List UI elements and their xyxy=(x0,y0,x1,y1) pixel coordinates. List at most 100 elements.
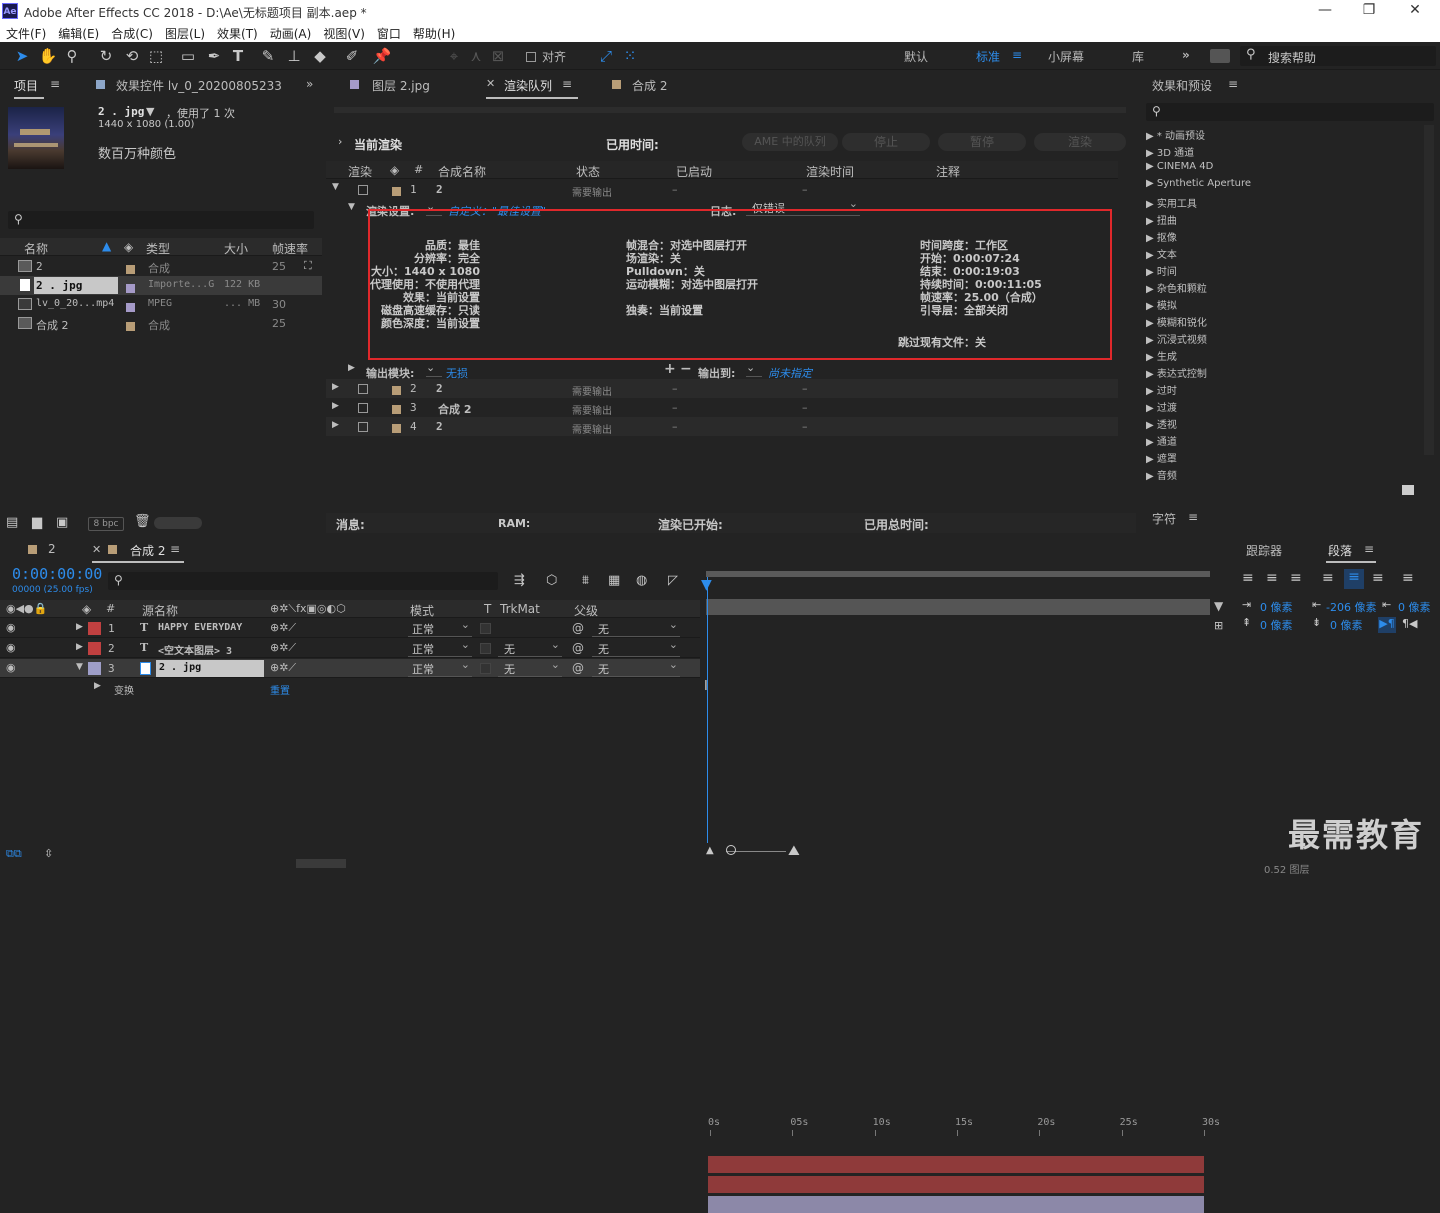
rotate-tool-icon[interactable]: ↻ xyxy=(96,46,116,66)
mode-dropdown[interactable]: 正常 xyxy=(408,618,472,637)
render-checkbox[interactable] xyxy=(358,183,368,196)
layer-duration-bar[interactable] xyxy=(708,1156,1204,1173)
expand-icon[interactable]: ▶ xyxy=(1146,199,1157,210)
menu-view[interactable]: 视图(V) xyxy=(317,22,371,42)
col-name[interactable]: 名称 xyxy=(24,240,48,257)
effect-category[interactable]: ▶ 杂色和颗粒 xyxy=(1146,280,1207,295)
layer-name[interactable]: <空文本图层> 3 xyxy=(158,642,232,657)
col-started[interactable]: 已启动 xyxy=(676,163,712,180)
new-composition-icon[interactable]: ▣ xyxy=(56,515,68,530)
expand-icon[interactable]: ▶ xyxy=(1146,233,1157,244)
parent-pickwhip-icon[interactable]: @ xyxy=(572,621,584,635)
indent-first-value[interactable]: -206 像素 xyxy=(1326,599,1376,615)
menu-edit[interactable]: 编辑(E) xyxy=(52,22,105,42)
reset-link[interactable]: 重置 xyxy=(270,682,290,697)
label-col-icon[interactable]: ◈ xyxy=(390,163,399,177)
graph-editor-icon[interactable]: ◸ xyxy=(668,573,678,588)
pan-behind-tool-icon[interactable]: ⬚ xyxy=(146,46,166,66)
justify-all-icon[interactable]: ≡ xyxy=(1402,570,1414,586)
tab-layer[interactable]: 图层 2.jpg xyxy=(372,77,430,94)
comp-marker-icon[interactable]: ▼ xyxy=(1214,599,1223,613)
render-checkbox[interactable] xyxy=(358,420,368,433)
world-axis-icon[interactable]: ⋏ xyxy=(466,46,486,66)
render-item[interactable]: ▶ 3 合成 2 需要输出 – – xyxy=(326,398,1118,417)
project-item[interactable]: 2 合成 25 ⛶ xyxy=(0,257,322,276)
render-item[interactable]: ▼ 1 2 需要输出 – – xyxy=(326,180,1118,199)
layer-row[interactable]: ◉▼32 . jpg⊕✲⟋正常无@无 xyxy=(0,658,700,678)
project-menu-icon[interactable]: ≡ xyxy=(50,77,60,91)
expand-icon[interactable]: ▶ xyxy=(76,642,83,652)
justify-left-icon[interactable]: ≡ xyxy=(1322,570,1334,586)
snap-icon[interactable]: ⤢ xyxy=(596,46,616,66)
mode-dropdown[interactable]: 正常 xyxy=(408,638,472,657)
zoom-out-icon[interactable]: ▲ xyxy=(706,845,714,856)
effects-search-input[interactable]: ⚲ xyxy=(1146,103,1434,121)
parent-dropdown[interactable]: 无 xyxy=(592,638,680,657)
roto-brush-tool-icon[interactable]: ✐ xyxy=(342,46,362,66)
indent-left-value[interactable]: 0 像素 xyxy=(1260,599,1293,615)
effect-category[interactable]: ▶ 时间 xyxy=(1146,263,1177,278)
workspace-small-screen[interactable]: 小屏幕 xyxy=(1048,48,1084,65)
layer-switches-icon[interactable]: ⊕✲⟋ xyxy=(270,621,296,635)
expand-icon[interactable]: ▶ xyxy=(1146,420,1157,431)
col-parent[interactable]: 父级 xyxy=(574,602,598,619)
expand-icon[interactable]: ▶ xyxy=(94,681,101,691)
delete-icon[interactable]: 🗑 xyxy=(134,514,151,529)
snap-grid-icon[interactable]: ⁙ xyxy=(620,46,640,66)
effects-menu-icon[interactable]: ≡ xyxy=(1228,77,1238,91)
switches-icons[interactable]: ⊕✲⟍fx▣◎◐⬡ xyxy=(270,602,346,616)
expand-icon[interactable]: ▶ xyxy=(1146,284,1157,295)
ltr-direction-icon[interactable]: ▶¶ xyxy=(1378,617,1396,633)
preserve-transparency-toggle[interactable] xyxy=(480,663,491,674)
layer-name[interactable]: 2 . jpg xyxy=(156,660,264,677)
expand-icon[interactable]: ▼ xyxy=(76,662,83,672)
effect-category[interactable]: ▶ 模糊和锐化 xyxy=(1146,314,1207,329)
zoom-slider-handle[interactable] xyxy=(726,845,736,855)
character-menu-icon[interactable]: ≡ xyxy=(1188,510,1198,524)
bpc-button[interactable]: 8 bpc xyxy=(88,517,124,531)
effect-category[interactable]: ▶ CINEMA 4D xyxy=(1146,161,1213,172)
effect-category[interactable]: ▶ 通道 xyxy=(1146,433,1177,448)
menu-layer[interactable]: 图层(L) xyxy=(159,22,211,42)
workspace-standard[interactable]: 标准 xyxy=(976,48,1000,65)
align-checkbox[interactable] xyxy=(526,50,536,63)
expand-icon[interactable]: ▶ xyxy=(1146,148,1157,159)
justify-center-icon[interactable]: ≡ xyxy=(1344,569,1364,589)
expand-icon[interactable]: ▶ xyxy=(332,382,339,392)
render-button[interactable]: 渲染 xyxy=(1034,133,1126,151)
new-folder-icon[interactable]: ▆ xyxy=(32,515,42,530)
expand-icon[interactable]: ▼ xyxy=(332,182,339,192)
current-render-toggle-icon[interactable]: › xyxy=(338,135,342,148)
av-features-icon[interactable]: ◉◀●🔒 xyxy=(6,602,47,615)
view-axis-icon[interactable]: ⊠ xyxy=(488,46,508,66)
visibility-icon[interactable]: ◉ xyxy=(6,661,16,674)
timeline-search-input[interactable]: ⚲ xyxy=(108,572,498,590)
help-search-input[interactable]: ⚲ 搜索帮助 xyxy=(1240,46,1436,66)
col-type[interactable]: 类型 xyxy=(146,240,170,257)
col-comment[interactable]: 注释 xyxy=(936,163,960,180)
tab-close-icon[interactable]: ✕ xyxy=(92,543,101,556)
expand-icon[interactable]: ▶ xyxy=(1146,131,1157,142)
render-checkbox[interactable] xyxy=(358,401,368,414)
current-timecode[interactable]: 0:00:00:00 xyxy=(12,565,102,583)
layer-label-swatch[interactable] xyxy=(88,622,101,635)
layer-label-swatch[interactable] xyxy=(88,662,101,675)
flowchart-icon[interactable]: ⛶ xyxy=(304,259,312,273)
asset-dropdown-icon[interactable]: ▼ xyxy=(146,105,154,118)
col-t[interactable]: T xyxy=(484,602,491,616)
menu-effect[interactable]: 效果(T) xyxy=(211,22,264,42)
layer-duration-bar[interactable] xyxy=(708,1196,1204,1213)
layer-switches-icon[interactable]: ⊕✲⟋ xyxy=(270,661,296,675)
expand-icon[interactable]: ▶ xyxy=(332,420,339,430)
effects-scrollbar[interactable] xyxy=(1424,125,1434,455)
zoom-in-icon[interactable]: ⛰ xyxy=(788,843,800,859)
effect-category[interactable]: ▶ Synthetic Aperture xyxy=(1146,178,1251,189)
space-after-value[interactable]: 0 像素 xyxy=(1330,617,1363,633)
col-status[interactable]: 状态 xyxy=(576,163,600,180)
effect-category[interactable]: ▶ 生成 xyxy=(1146,348,1177,363)
expand-icon[interactable]: ▶ xyxy=(1146,318,1157,329)
timeline-menu-icon[interactable]: ≡ xyxy=(170,542,180,556)
menu-help[interactable]: 帮助(H) xyxy=(407,22,461,42)
effect-category[interactable]: ▶ 抠像 xyxy=(1146,229,1177,244)
comp-mini-flowchart-icon[interactable]: ⇶ xyxy=(514,573,525,588)
